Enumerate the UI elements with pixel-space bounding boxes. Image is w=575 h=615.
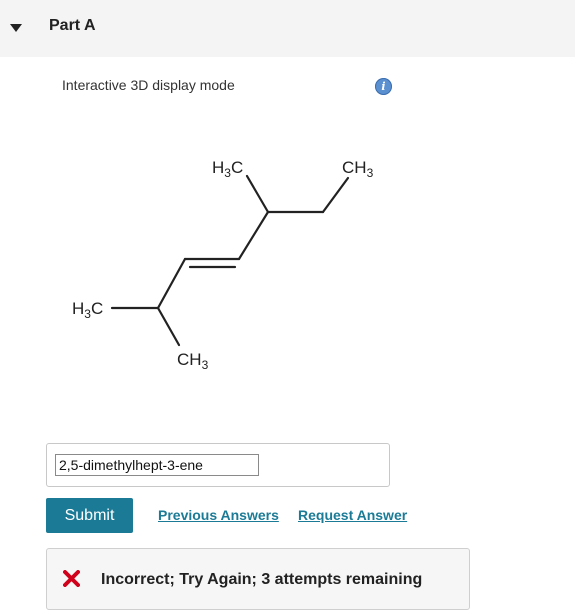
answer-input[interactable]: [55, 454, 259, 476]
submit-button[interactable]: Submit: [46, 498, 133, 533]
incorrect-x-icon: [63, 570, 80, 587]
bond: [237, 210, 270, 261]
display-mode-label[interactable]: Interactive 3D display mode: [62, 77, 235, 93]
methyl-label-bottom: CH3: [177, 350, 209, 372]
methyl-label-top-right: CH3: [342, 158, 374, 180]
bond: [156, 306, 181, 347]
molecule-structure: H3C CH3 H3C CH3: [72, 158, 374, 372]
request-answer-link[interactable]: Request Answer: [298, 507, 407, 523]
previous-answers-link[interactable]: Previous Answers: [158, 507, 279, 523]
feedback-box: Incorrect; Try Again; 3 attempts remaini…: [46, 548, 470, 610]
methyl-label-left: H3C: [72, 299, 103, 321]
info-icon[interactable]: i: [375, 78, 392, 95]
answer-box: [46, 443, 390, 487]
bond: [156, 257, 187, 310]
methyl-label-top-left: H3C: [212, 158, 243, 180]
collapse-toggle[interactable]: [9, 21, 23, 35]
caret-down-icon: [10, 24, 22, 32]
feedback-message: Incorrect; Try Again; 3 attempts remaini…: [101, 571, 423, 588]
bond: [245, 174, 270, 214]
bond: [321, 176, 350, 214]
part-header: Part A: [0, 0, 575, 57]
part-title: Part A: [49, 17, 96, 34]
